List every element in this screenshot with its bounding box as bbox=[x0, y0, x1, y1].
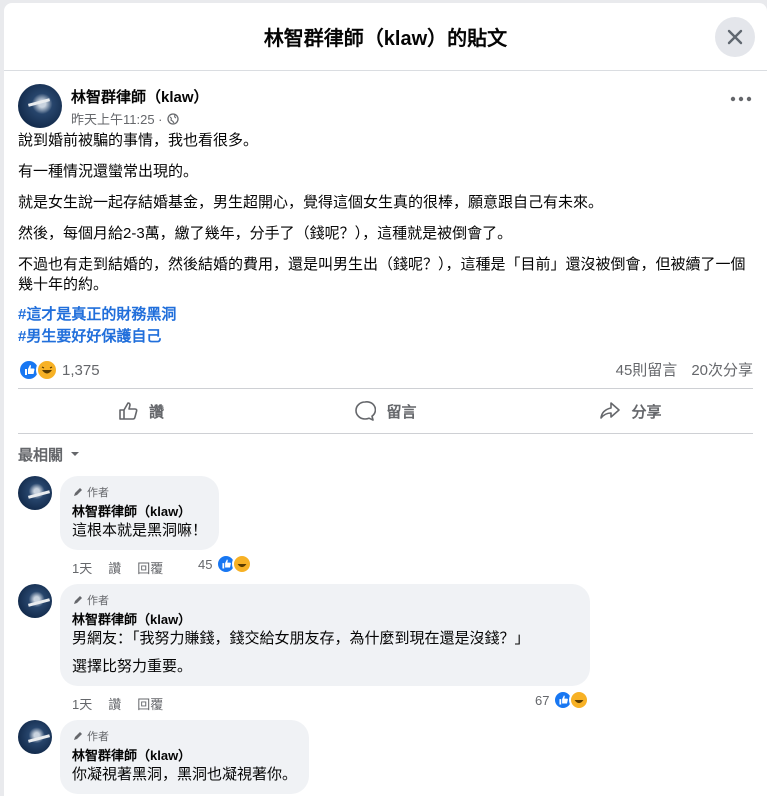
post-scroll-area[interactable]: 林智群律師（klaw） 昨天上午11:25 · 說到婚前被騙的事情，我也看很多。… bbox=[4, 71, 767, 796]
author-avatar[interactable] bbox=[18, 84, 62, 128]
post-time[interactable]: 昨天上午11:25 · bbox=[71, 109, 163, 128]
comment-reactions[interactable]: 67 bbox=[535, 690, 590, 710]
reactions-summary[interactable]: 1,375 bbox=[18, 359, 100, 381]
comment-line: 你凝視著黑洞，黑洞也凝視著你。 bbox=[72, 766, 298, 783]
post-author-name[interactable]: 林智群律師（klaw） bbox=[71, 86, 209, 107]
reaction-count: 1,375 bbox=[62, 361, 100, 379]
comment-author-name[interactable]: 林智群律師（klaw） bbox=[72, 611, 578, 628]
engagement-counts: 45則留言 20次分享 bbox=[616, 359, 753, 380]
post-meta: 昨天上午11:25 · bbox=[71, 109, 179, 128]
author-badge-label: 作者 bbox=[87, 595, 109, 607]
comment-footer: 1天 讚 回覆 45 bbox=[60, 550, 767, 580]
comment-footer: 1天 讚 回覆 67 bbox=[60, 686, 767, 716]
comment-author-name[interactable]: 林智群律師（klaw） bbox=[72, 503, 207, 520]
comment-bubble: 作者 林智群律師（klaw） 這根本就是黑洞嘛！ bbox=[60, 476, 220, 550]
comment-bubble: 作者 林智群律師（klaw） 你凝視著黑洞，黑洞也凝視著你。 bbox=[60, 720, 310, 794]
comment-item: 作者 林智群律師（klaw） 你凝視著黑洞，黑洞也凝視著你。 bbox=[4, 720, 767, 794]
modal-title: 林智群律師（klaw）的貼文 bbox=[263, 28, 508, 50]
comment-like-link[interactable]: 讚 bbox=[108, 694, 121, 713]
hashtag-link[interactable]: #男生要好好保護自己 bbox=[18, 326, 753, 348]
comment-time[interactable]: 1天 bbox=[72, 694, 92, 713]
like-button[interactable]: 讚 bbox=[18, 389, 263, 433]
more-icon[interactable] bbox=[729, 93, 753, 105]
haha-reaction-icon bbox=[232, 554, 253, 574]
comment-reply-link[interactable]: 回覆 bbox=[137, 694, 163, 713]
hashtag-list: #這才是真正的財務黑洞 #男生要好好保護自己 bbox=[18, 304, 753, 348]
comment-item: 作者 林智群律師（klaw） 男網友：「我努力賺錢，錢交給女朋友存，為什麼到現在… bbox=[4, 584, 767, 716]
like-button-label: 讚 bbox=[148, 403, 164, 421]
post-body: 說到婚前被騙的事情，我也看很多。 有一種情況還蠻常出現的。 就是女生說一起存結婚… bbox=[4, 131, 767, 348]
share-button[interactable]: 分享 bbox=[508, 389, 753, 433]
post-paragraph: 有一種情況還蠻常出現的。 bbox=[18, 163, 199, 180]
pencil-icon bbox=[74, 488, 82, 496]
comment-links: 1天 讚 回覆 bbox=[72, 694, 163, 713]
post-header: 林智群律師（klaw） 昨天上午11:25 · bbox=[4, 71, 767, 131]
post-paragraph: 說到婚前被騙的事情，我也看很多。 bbox=[18, 132, 259, 149]
comments-count[interactable]: 45則留言 bbox=[616, 359, 678, 380]
comment-icon bbox=[355, 401, 377, 421]
post-paragraph: 不過也有走到結婚的，然後結婚的費用，還是叫男生出（錢呢？），這種是「目前」還沒被… bbox=[18, 256, 746, 293]
comment-avatar[interactable] bbox=[18, 720, 52, 754]
comment-reaction-count: 67 bbox=[535, 692, 550, 708]
comment-avatar[interactable] bbox=[18, 476, 52, 510]
post-paragraph: 然後，每個月給2-3萬，繳了幾年，分手了（錢呢？），這種就是被倒會了。 bbox=[18, 225, 513, 242]
post-stats: 1,375 45則留言 20次分享 bbox=[18, 356, 753, 388]
pencil-icon bbox=[74, 732, 82, 740]
sort-label: 最相關 bbox=[18, 446, 64, 464]
comment-line: 選擇比努力重要。 bbox=[72, 658, 193, 675]
comment-text: 你凝視著黑洞，黑洞也凝視著你。 bbox=[72, 764, 297, 786]
author-badge: 作者 bbox=[72, 484, 207, 500]
hashtag-link[interactable]: #這才是真正的財務黑洞 bbox=[18, 304, 753, 326]
globe-icon bbox=[166, 112, 179, 125]
author-badge-label: 作者 bbox=[87, 731, 109, 743]
comment-line: 男網友：「我努力賺錢，錢交給女朋友存，為什麼到現在還是沒錢？」 bbox=[72, 630, 530, 647]
comment-line: 這根本就是黑洞嘛！ bbox=[72, 522, 208, 539]
close-icon bbox=[727, 29, 743, 45]
haha-reaction-icon bbox=[36, 359, 58, 381]
comment-sort-dropdown[interactable]: 最相關 bbox=[18, 442, 753, 466]
comment-bubble: 作者 林智群律師（klaw） 男網友：「我努力賺錢，錢交給女朋友存，為什麼到現在… bbox=[60, 584, 590, 686]
post-actions: 讚 留言 分享 bbox=[18, 388, 753, 434]
share-icon bbox=[600, 402, 621, 419]
author-badge: 作者 bbox=[72, 728, 297, 744]
comment-item: 作者 林智群律師（klaw） 這根本就是黑洞嘛！ 1天 讚 回覆 45 bbox=[4, 476, 767, 580]
post-modal: 林智群律師（klaw）的貼文 林智群律師（klaw） 昨天上午11:25 · 說… bbox=[4, 3, 767, 796]
comment-links: 1天 讚 回覆 bbox=[72, 558, 163, 577]
post-paragraph: 就是女生說一起存結婚基金，男生超開心，覺得這個女生真的很棒，願意跟自己有未來。 bbox=[18, 194, 604, 211]
close-button[interactable] bbox=[715, 17, 755, 57]
modal-header: 林智群律師（klaw）的貼文 bbox=[4, 3, 767, 71]
comment-avatar[interactable] bbox=[18, 584, 52, 618]
pencil-icon bbox=[74, 596, 82, 604]
share-button-label: 分享 bbox=[631, 403, 662, 421]
comment-reactions[interactable]: 45 bbox=[198, 554, 253, 574]
author-badge-label: 作者 bbox=[87, 487, 109, 499]
haha-reaction-icon bbox=[569, 690, 590, 710]
author-badge: 作者 bbox=[72, 592, 578, 608]
comment-list: 作者 林智群律師（klaw） 這根本就是黑洞嘛！ 1天 讚 回覆 45 作者 林… bbox=[4, 476, 767, 794]
comment-author-name[interactable]: 林智群律師（klaw） bbox=[72, 747, 297, 764]
comment-text: 這根本就是黑洞嘛！ bbox=[72, 520, 207, 542]
thumbs-up-icon bbox=[119, 402, 138, 420]
comment-reaction-count: 45 bbox=[198, 556, 213, 572]
comment-reply-link[interactable]: 回覆 bbox=[137, 558, 163, 577]
comment-button[interactable]: 留言 bbox=[263, 389, 508, 433]
comment-text: 男網友：「我努力賺錢，錢交給女朋友存，為什麼到現在還是沒錢？」 選擇比努力重要。 bbox=[72, 628, 578, 678]
comment-like-link[interactable]: 讚 bbox=[108, 558, 121, 577]
caret-down-icon bbox=[71, 452, 80, 456]
comment-time[interactable]: 1天 bbox=[72, 558, 92, 577]
shares-count[interactable]: 20次分享 bbox=[691, 359, 753, 380]
comment-button-label: 留言 bbox=[386, 403, 417, 421]
